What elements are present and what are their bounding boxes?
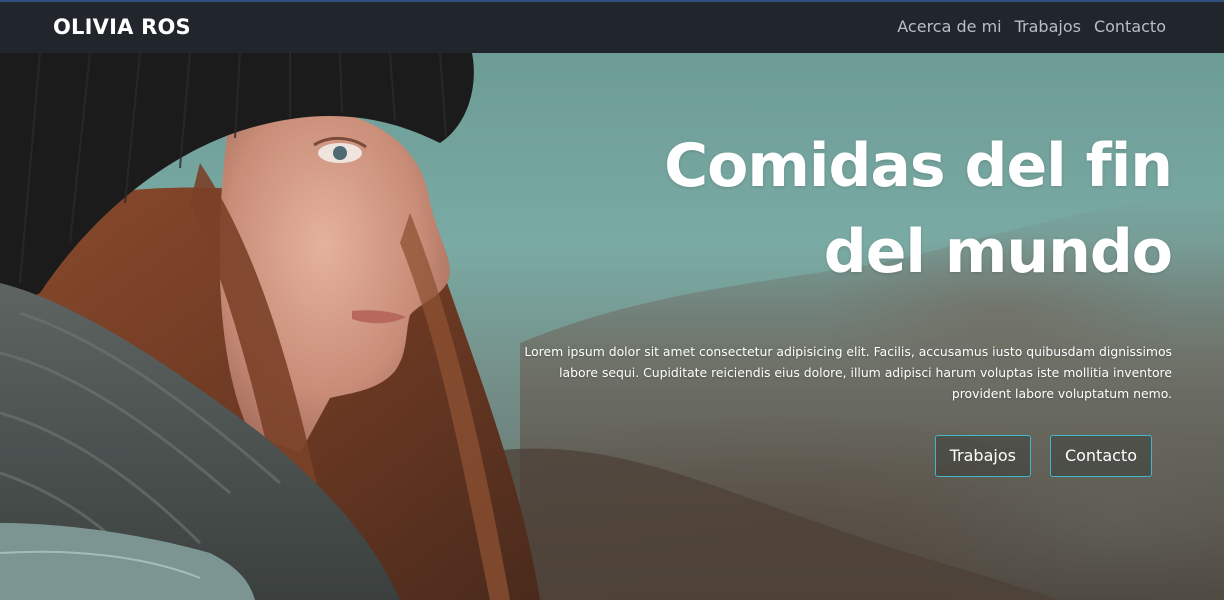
- hero-buttons: Trabajos Contacto: [934, 435, 1152, 477]
- nav-link-about[interactable]: Acerca de mi: [897, 17, 1001, 36]
- hero-title-line-2: del mundo: [823, 217, 1173, 287]
- nav-link-contact[interactable]: Contacto: [1094, 17, 1166, 36]
- nav-links: Acerca de mi Trabajos Contacto: [897, 17, 1166, 36]
- works-button[interactable]: Trabajos: [934, 435, 1031, 477]
- contact-button[interactable]: Contacto: [1049, 435, 1152, 477]
- landing-page: OLIVIA ROS Acerca de mi Trabajos Contact…: [0, 0, 1224, 600]
- hero-content: Comidas del fin del mundo Lorem ipsum do…: [522, 123, 1173, 404]
- hero-section: Comidas del fin del mundo Lorem ipsum do…: [0, 53, 1224, 600]
- hero-description: Lorem ipsum dolor sit amet consectetur a…: [524, 344, 1172, 401]
- top-navbar: OLIVIA ROS Acerca de mi Trabajos Contact…: [0, 0, 1224, 53]
- hero-title: Comidas del fin del mundo: [522, 123, 1173, 295]
- brand-logo[interactable]: OLIVIA ROS: [53, 15, 191, 39]
- hero-title-line-1: Comidas del fin: [664, 131, 1173, 201]
- nav-link-works[interactable]: Trabajos: [1015, 17, 1081, 36]
